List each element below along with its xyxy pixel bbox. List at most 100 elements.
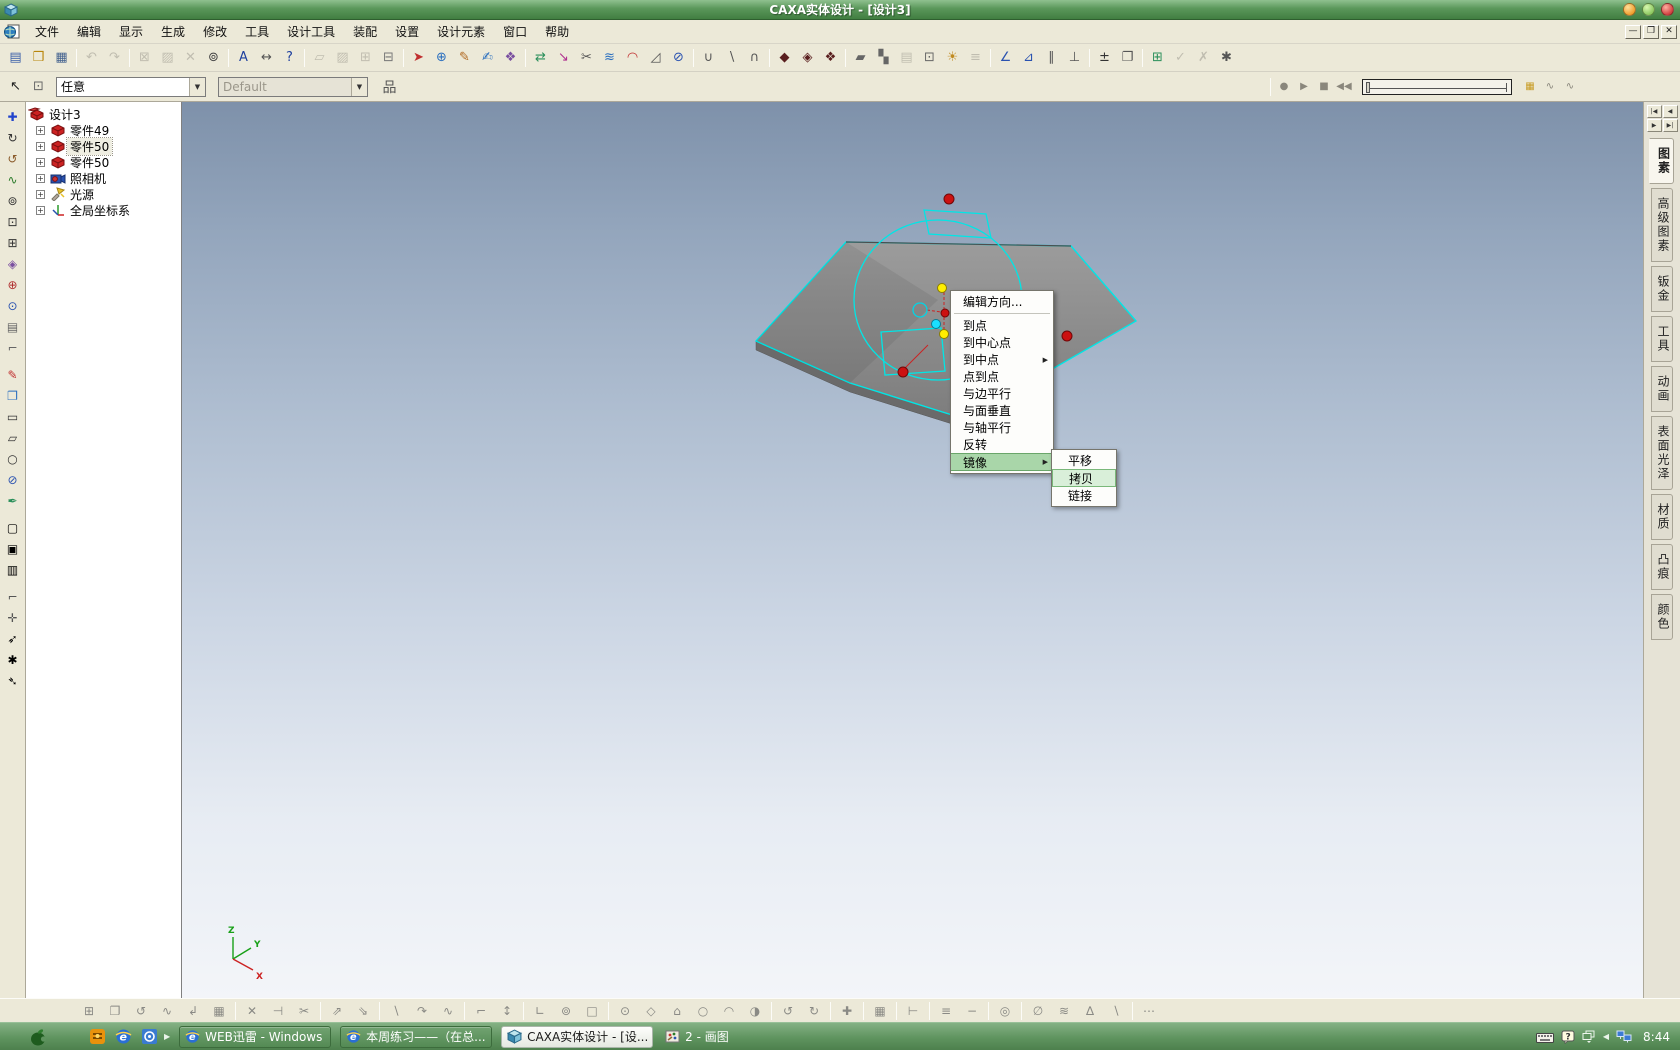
keyboard-tray-icon[interactable] [1535,1031,1554,1043]
viewport-3d[interactable]: Z Y X [182,102,1643,998]
selection-filter-combo[interactable]: 任意 ▼ [56,76,206,97]
copy-sheet-icon[interactable]: ❐ [1116,47,1139,69]
camera-tool-icon[interactable]: ⊙ [2,295,24,316]
circle-dim-icon[interactable]: ⊚ [553,1001,579,1021]
tab-工具[interactable]: 工具 [1651,316,1673,362]
trim-2d-icon[interactable]: ✂ [291,1001,317,1021]
rect-tool-2d-icon[interactable]: □ [579,1001,605,1021]
equal-2d-icon[interactable]: ≡ [933,1001,959,1021]
network-tray-icon[interactable] [1616,1030,1632,1043]
submenu-item-链接[interactable]: 链接 [1052,487,1116,504]
copy-2d-icon[interactable]: ⇗ [324,1001,350,1021]
new-document-icon[interactable]: ▤ [4,47,27,69]
offset-tool-icon[interactable]: ≋ [598,47,621,69]
tree-node-零件50[interactable]: + 零件50 [28,136,181,156]
scale-tool-icon[interactable]: ↘ [552,47,575,69]
pie-2d-icon[interactable]: ◑ [742,1001,768,1021]
pattern-feature-icon[interactable]: ❖ [499,47,522,69]
context-item-到点[interactable]: 到点 [951,317,1053,334]
tab-动画[interactable]: 动画 [1651,366,1673,412]
target-2d-icon[interactable]: ◎ [992,1001,1018,1021]
submenu-item-平移[interactable]: 平移 [1052,452,1116,469]
expand-plus-icon[interactable]: + [36,125,45,135]
menu-生成[interactable]: 生成 [152,20,194,43]
tab-钣金[interactable]: 钣金 [1651,266,1673,312]
red-handle-bottom-left[interactable] [897,366,909,378]
context-item-反转[interactable]: 反转 [951,436,1053,453]
taskbar-window-ie[interactable]: e WEB迅雷 - Windows I... [179,1025,332,1048]
spline-2d-icon[interactable]: ∿ [435,1001,461,1021]
circle-tool-2d-icon[interactable]: ○ [690,1001,716,1021]
arc-2d-icon[interactable]: ↷ [409,1001,435,1021]
tree-node-零件49[interactable]: + 零件49 [28,122,181,138]
more-2d-icon[interactable]: ⋯ [1136,1001,1162,1021]
constraint-perpendicular-icon[interactable]: ⊥ [1063,47,1086,69]
spin-tool-icon[interactable]: ↺ [2,148,24,169]
minus-2d-icon[interactable]: − [959,1001,985,1021]
menu-编辑[interactable]: 编辑 [68,20,110,43]
red-handle-top[interactable] [943,193,955,205]
menu-帮助[interactable]: 帮助 [536,20,578,43]
vertical-dim-icon[interactable]: ↕ [494,1001,520,1021]
boolean-intersect-icon[interactable]: ∩ [743,47,766,69]
menu-设置[interactable]: 设置 [386,20,428,43]
timeline-thumb[interactable] [1366,81,1370,93]
menu-设计工具[interactable]: 设计工具 [278,20,344,43]
context-item-到中心点[interactable]: 到中心点 [951,334,1053,351]
tray-collapse-icon[interactable]: ◀ [1603,1032,1609,1041]
break-2d-icon[interactable]: ⊣ [265,1001,291,1021]
tab-scroll-button[interactable]: |◀ [1646,105,1662,118]
curve-tool-icon[interactable]: ∿ [2,169,24,190]
child-minimize-button[interactable]: — [1625,24,1641,39]
diamond-2d-icon[interactable]: ◇ [638,1001,664,1021]
halfarc-2d-icon[interactable]: ◠ [716,1001,742,1021]
settings-gear-icon[interactable]: ✱ [1215,47,1238,69]
context-item-点到点[interactable]: 点到点 [951,368,1053,385]
rect-sketch-icon[interactable]: ▭ [2,406,24,427]
display-list-icon[interactable]: ▤ [2,316,24,337]
new-sketch-icon[interactable]: ❐ [2,385,24,406]
rotate-ccw-2d-icon[interactable]: ↺ [775,1001,801,1021]
quicklaunch-antivirus-icon[interactable] [88,1028,106,1046]
tree-node-照相机[interactable]: + 照相机 [28,170,181,186]
offset-2d-icon[interactable]: ∿ [154,1001,180,1021]
tee-2d-icon[interactable]: ⊢ [900,1001,926,1021]
taskbar-window-paint[interactable]: 2 - 画图 [665,1028,729,1045]
tree-node-全局坐标系[interactable]: + 全局坐标系 [28,202,181,218]
corner-2d-icon[interactable]: ⌐ [468,1001,494,1021]
document-icon[interactable] [4,24,20,39]
sketch-rect-top[interactable] [923,209,992,239]
tab-图素[interactable]: 图素 [1648,138,1674,184]
yellow-handle-lower[interactable] [939,329,949,339]
taskbar-window-caxa[interactable]: CAXA实体设计 - [设... [501,1025,654,1048]
corner-tool-icon[interactable]: ⌐ [2,586,24,607]
slash-2d-icon[interactable]: ∖ [1103,1001,1129,1021]
delta-2d-icon[interactable]: ∆ [1077,1001,1103,1021]
spline-sketch-icon[interactable]: ✒ [2,490,24,511]
revolve-feature-icon[interactable]: ⊕ [430,47,453,69]
animation-timeline-slider[interactable] [1362,78,1512,95]
mirror-feature-icon[interactable]: ⇄ [529,47,552,69]
tab-材质[interactable]: 材质 [1651,494,1673,540]
yellow-handle-upper[interactable] [937,283,947,293]
maximize-button[interactable] [1642,3,1655,16]
boolean-union-icon[interactable]: ∪ [697,47,720,69]
zoom-fit-icon[interactable]: ⊞ [2,232,24,253]
camera-view-icon[interactable]: ⊡ [918,47,941,69]
context-help-icon[interactable]: ? [278,47,301,69]
boolean-subtract-icon[interactable]: ∖ [720,47,743,69]
measure-distance-icon[interactable]: ∠ [994,47,1017,69]
line-2d-icon[interactable]: ∖ [383,1001,409,1021]
smart-render-icon[interactable]: ▰ [849,47,872,69]
cyan-handle[interactable] [931,319,941,329]
expand-plus-icon[interactable]: + [36,157,45,167]
fillet-tool-icon[interactable]: ◠ [621,47,644,69]
submenu-item-拷贝[interactable]: 拷贝 [1052,469,1116,487]
red-handle-center[interactable] [940,308,950,318]
tab-scroll-button[interactable]: ▶ [1646,119,1662,132]
mirror-2d-icon[interactable]: ↲ [180,1001,206,1021]
start-button-apple-icon[interactable] [28,1027,48,1047]
select-arrow-icon[interactable]: ↖ [4,76,27,98]
context-item-镜像[interactable]: 镜像 ▶ [951,453,1053,471]
command-tool-icon[interactable]: ⌐ [2,337,24,358]
